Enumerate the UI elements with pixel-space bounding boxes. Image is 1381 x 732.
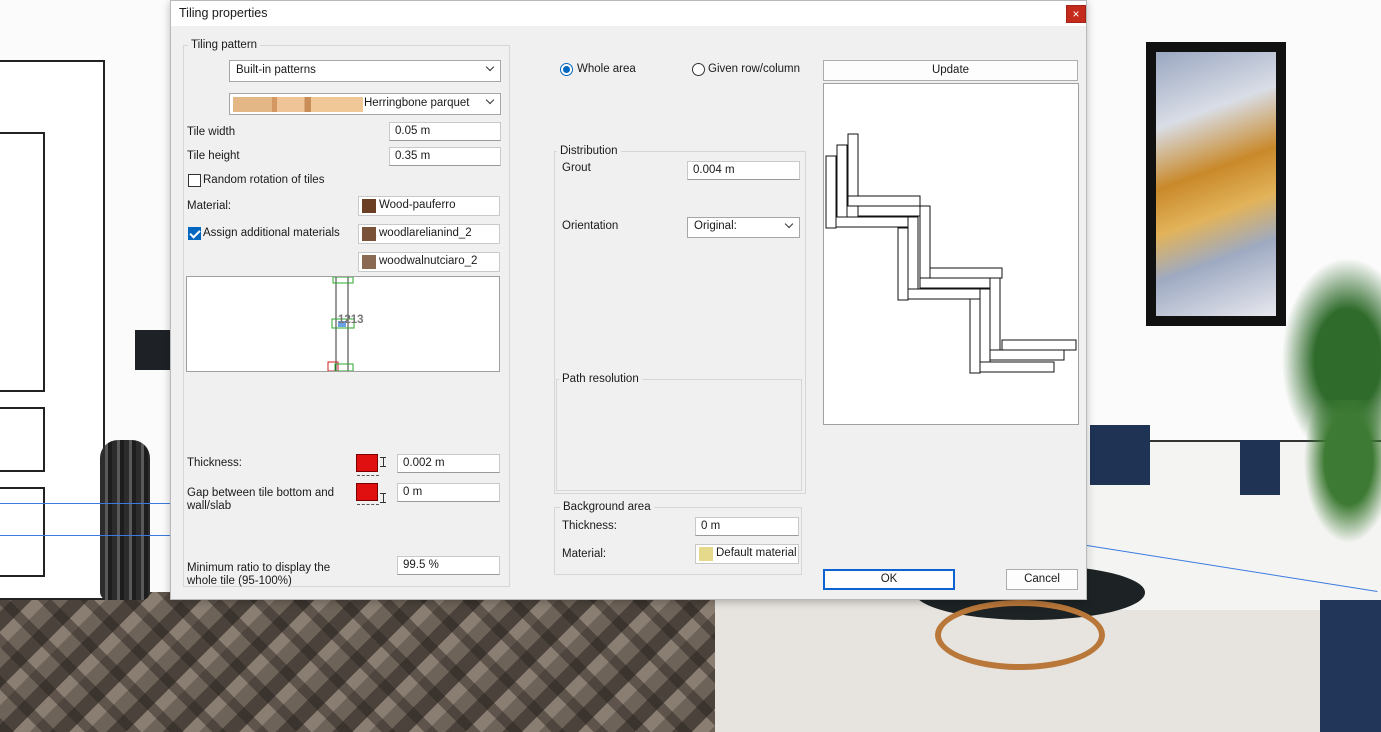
material-swatch: [362, 199, 376, 213]
update-button[interactable]: Update: [823, 60, 1078, 81]
thickness-input[interactable]: 0.002 m: [397, 454, 500, 473]
chevron-down-icon: [486, 97, 495, 106]
lamp: [135, 330, 173, 370]
material-field[interactable]: Wood-pauferro: [358, 196, 500, 216]
tiling-pattern-group-label: Tiling pattern: [188, 39, 261, 51]
dialog-title: Tiling properties: [179, 6, 268, 20]
close-icon: ×: [1072, 7, 1080, 21]
armchair: [1320, 600, 1381, 732]
floor-texture: [0, 592, 740, 732]
vase: [100, 440, 150, 600]
whole-area-radio[interactable]: [560, 63, 573, 76]
background-thickness-label: Thickness:: [562, 520, 617, 532]
tiling-properties-dialog: Tiling properties × Tiling pattern Built…: [170, 0, 1087, 600]
tile-width-input[interactable]: 0.05 m: [389, 122, 501, 141]
pattern-name-select[interactable]: Herringbone parquet: [229, 93, 501, 115]
gap-ibeam-icon: [380, 493, 386, 503]
given-rowcol-radio[interactable]: [692, 63, 705, 76]
tile-preview[interactable]: 1213: [186, 276, 500, 372]
table-base: [935, 600, 1105, 670]
tile-height-label: Tile height: [187, 150, 240, 162]
cushion: [1090, 425, 1150, 485]
random-rotation-label: Random rotation of tiles: [203, 174, 325, 186]
painting-art: [1156, 52, 1276, 316]
whole-area-label: Whole area: [577, 63, 636, 75]
door-panel: [0, 132, 45, 392]
plant: [1300, 400, 1381, 550]
pattern-preview: [823, 83, 1079, 425]
tile-preview-index: 1213: [338, 314, 364, 326]
chevron-down-icon: [785, 221, 794, 230]
material-swatch: [362, 227, 376, 241]
assign-additional-checkbox[interactable]: [188, 227, 201, 240]
min-ratio-input[interactable]: 99.5 %: [397, 556, 500, 575]
min-ratio-label: Minimum ratio to display the whole tile …: [187, 562, 331, 587]
cushion: [1240, 440, 1280, 495]
title-bar: Tiling properties ×: [171, 1, 1086, 26]
assign-additional-label: Assign additional materials: [203, 227, 340, 239]
thickness-label: Thickness:: [187, 457, 242, 469]
wall-painting: [1146, 42, 1286, 326]
background-material-value: Default material: [716, 547, 797, 559]
additional-material-value: woodlarelianind_2: [379, 227, 472, 239]
additional-material-field[interactable]: woodlarelianind_2: [358, 224, 500, 244]
cancel-button[interactable]: Cancel: [1006, 569, 1078, 590]
tile-width-label: Tile width: [187, 126, 236, 138]
background-material-field[interactable]: Default material: [695, 544, 799, 564]
gap-icon: [356, 483, 379, 505]
material-value: Wood-pauferro: [379, 199, 456, 211]
background-area-group-label: Background area: [560, 501, 654, 513]
random-rotation-checkbox[interactable]: [188, 174, 201, 187]
pattern-name-value: Herringbone parquet: [364, 97, 470, 109]
path-resolution-group-label: Path resolution: [559, 373, 642, 385]
orientation-value: Original:: [694, 220, 737, 232]
door: [0, 60, 105, 600]
additional-material-value: woodwalnutciaro_2: [379, 255, 478, 267]
pattern-source-value: Built-in patterns: [236, 64, 316, 76]
thickness-ibeam-icon: [380, 457, 386, 467]
chevron-down-icon: [486, 64, 495, 73]
gap-label: Gap between tile bottom and wall/slab: [187, 487, 335, 512]
door-panel: [0, 487, 45, 577]
orientation-select[interactable]: Original:: [687, 217, 800, 238]
pattern-thumbnail: [233, 97, 363, 112]
additional-material-field[interactable]: woodwalnutciaro_2: [358, 252, 500, 272]
thickness-icon: [356, 454, 379, 476]
guide-line: [0, 535, 170, 536]
guide-line: [0, 503, 170, 504]
material-swatch: [362, 255, 376, 269]
door-panel: [0, 407, 45, 472]
given-rowcol-label: Given row/column: [708, 63, 801, 75]
grout-input[interactable]: 0.004 m: [687, 161, 800, 180]
pattern-source-select[interactable]: Built-in patterns: [229, 60, 501, 82]
distribution-group-label: Distribution: [557, 145, 621, 157]
path-resolution-group: [556, 379, 802, 491]
ok-button[interactable]: OK: [823, 569, 955, 590]
orientation-label: Orientation: [562, 220, 619, 232]
herringbone-preview-drawing: [825, 133, 1077, 374]
close-button[interactable]: ×: [1066, 5, 1086, 23]
tile-height-input[interactable]: 0.35 m: [389, 147, 501, 166]
material-swatch: [699, 547, 713, 561]
gap-input[interactable]: 0 m: [397, 483, 500, 502]
grout-label: Grout: [562, 162, 591, 174]
background-thickness-input[interactable]: 0 m: [695, 517, 799, 536]
background-material-label: Material:: [562, 548, 607, 560]
material-label: Material:: [187, 200, 232, 212]
